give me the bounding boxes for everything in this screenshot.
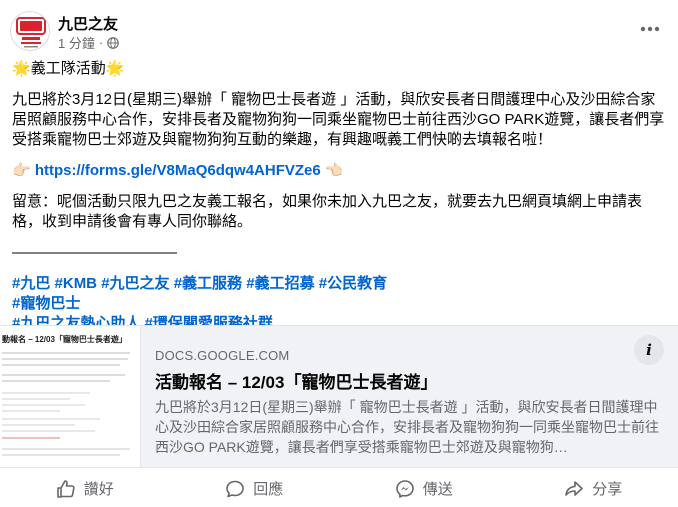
hashtag-line-2: #寵物巴士: [12, 294, 666, 314]
card-thumbnail: 動報名 – 12/03「寵物巴士長者遊」: [0, 326, 141, 467]
pointing-right-emoji: 👉🏻: [12, 162, 31, 179]
dot-separator: ·: [98, 35, 104, 50]
send-label: 傳送: [422, 481, 453, 498]
heading-text: 義工隊活動: [30, 60, 106, 77]
info-icon: i: [646, 341, 652, 359]
card-title[interactable]: 活動報名 – 12/03「寵物巴士長者遊」: [155, 368, 660, 393]
form-preview-lines: [2, 352, 130, 456]
post-body: 九巴將於3月12日(星期三)舉辦「 寵物巴士長者遊 」活動，與欣安長者日間護理中…: [12, 91, 665, 148]
registration-link[interactable]: https://forms.gle/V8MaQ6dqw4AHFVZe6: [35, 162, 321, 179]
comment-button[interactable]: 回應: [170, 470, 340, 507]
kmb-friends-logo: [16, 17, 46, 48]
comment-label: 回應: [253, 481, 284, 498]
card-domain: DOCS.GOOGLE.COM: [155, 348, 290, 363]
hashtag[interactable]: #九巴: [12, 275, 50, 292]
like-button[interactable]: 讚好: [0, 470, 170, 507]
pointing-left-emoji: 👈🏻: [324, 162, 344, 179]
share-label: 分享: [592, 481, 623, 498]
post-content: 🌟義工隊活動🌟 九巴將於3月12日(星期三)舉辦「 寵物巴士長者遊 」活動，與欣…: [12, 59, 666, 334]
post-header: 九巴之友 1 分鐘 ·: [10, 11, 670, 51]
star-emoji-right: 🌟: [105, 60, 125, 77]
card-description: 九巴將於3月12日(星期三)舉辦「 寵物巴士長者遊 」活動，與欣安長者日間護理中…: [155, 399, 659, 455]
page-avatar[interactable]: [10, 11, 50, 51]
post-divider: ———————————: [12, 244, 177, 261]
link-line: 👉🏻 https://forms.gle/V8MaQ6dqw4AHFVZe6 👈…: [12, 161, 666, 181]
like-label: 讚好: [83, 481, 114, 498]
messenger-icon: [395, 479, 414, 498]
post-time[interactable]: 1 分鐘: [58, 33, 95, 52]
link-preview-card[interactable]: 動報名 – 12/03「寵物巴士長者遊」 DOCS.GOOGLE.COM 活動報…: [0, 325, 678, 468]
post-heading: 🌟義工隊活動🌟: [12, 59, 666, 79]
comment-icon: [226, 480, 245, 497]
hashtag[interactable]: #義工服務: [174, 275, 242, 292]
hashtag[interactable]: #義工招募: [246, 275, 314, 292]
thumb-title: 動報名 – 12/03「寵物巴士長者遊」: [2, 335, 127, 344]
thumbs-up-icon: [56, 479, 75, 498]
send-button[interactable]: 傳送: [339, 470, 509, 507]
post-meta: 1 分鐘 ·: [58, 33, 119, 52]
page-name[interactable]: 九巴之友: [58, 13, 118, 34]
star-emoji-left: 🌟: [12, 60, 31, 77]
post-actions: 讚好 回應 傳送 分享: [0, 470, 678, 507]
share-button[interactable]: 分享: [509, 470, 678, 507]
globe-icon: [107, 36, 119, 49]
hashtag[interactable]: #公民教育: [319, 275, 387, 292]
more-dots-icon: [640, 26, 660, 32]
hashtag[interactable]: #寵物巴士: [12, 295, 80, 312]
hashtag-line-1: #九巴 #KMB #九巴之友 #義工服務 #義工招募 #公民教育: [12, 274, 666, 294]
hashtag[interactable]: #九巴之友: [101, 275, 169, 292]
hashtag[interactable]: #KMB: [55, 275, 98, 292]
share-arrow-icon: [565, 480, 584, 496]
more-options-button[interactable]: [638, 17, 662, 41]
card-text: DOCS.GOOGLE.COM 活動報名 – 12/03「寵物巴士長者遊」 九巴…: [155, 348, 660, 457]
info-button[interactable]: i: [634, 335, 664, 365]
post-note: 留意：呢個活動只限九巴之友義工報名，如果你未加入九巴之友，就要去九巴網頁填網上申…: [12, 193, 643, 230]
